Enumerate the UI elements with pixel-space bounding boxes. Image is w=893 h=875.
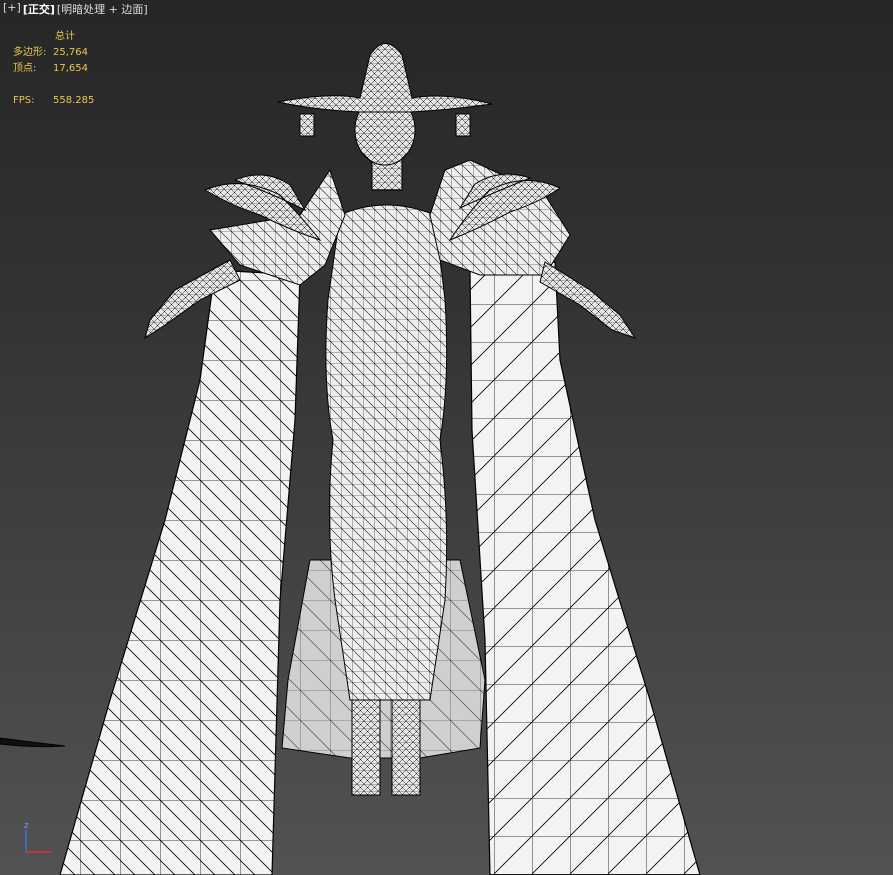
viewport-scene[interactable] — [0, 0, 893, 875]
headdress-pendant-right — [455, 113, 471, 137]
left-cape-panel — [59, 269, 301, 875]
viewport-view-menu[interactable]: [正交] — [22, 1, 56, 17]
stray-mesh-fragment — [0, 737, 66, 748]
z-axis-label: z — [24, 821, 29, 831]
stats-fps-row: FPS: 558.285 — [13, 93, 94, 109]
left-leg — [351, 699, 381, 796]
right-cape-panel — [469, 261, 701, 875]
stats-vertices-row: 顶点: 17,654 — [13, 61, 94, 77]
right-leg — [391, 699, 421, 796]
stats-fps-label: FPS: — [13, 95, 35, 106]
statistics-overlay: 总计 多边形: 25,764 顶点: 17,654 FPS: 558.285 — [13, 29, 94, 109]
stats-polygons-row: 多边形: 25,764 — [13, 45, 94, 61]
viewport-shading-menu[interactable]: [明暗处理 + 边面] — [56, 1, 149, 17]
viewport-label: [+] [正交] [明暗处理 + 边面] — [2, 1, 149, 17]
stats-fps-value: 558.285 — [53, 95, 95, 106]
dress-body — [325, 204, 448, 701]
stats-polygons-value: 25,764 — [53, 47, 88, 58]
stats-vertices-label: 顶点: — [13, 63, 37, 74]
viewport-menu-plus[interactable]: [+] — [2, 1, 22, 17]
stats-vertices-value: 17,654 — [53, 63, 88, 74]
headdress — [277, 43, 493, 113]
stats-header: 总计 — [55, 31, 75, 42]
headdress-pendant-left — [299, 113, 315, 137]
axis-gizmo-icon: z — [24, 821, 52, 853]
stats-polygons-label: 多边形: — [13, 47, 47, 58]
